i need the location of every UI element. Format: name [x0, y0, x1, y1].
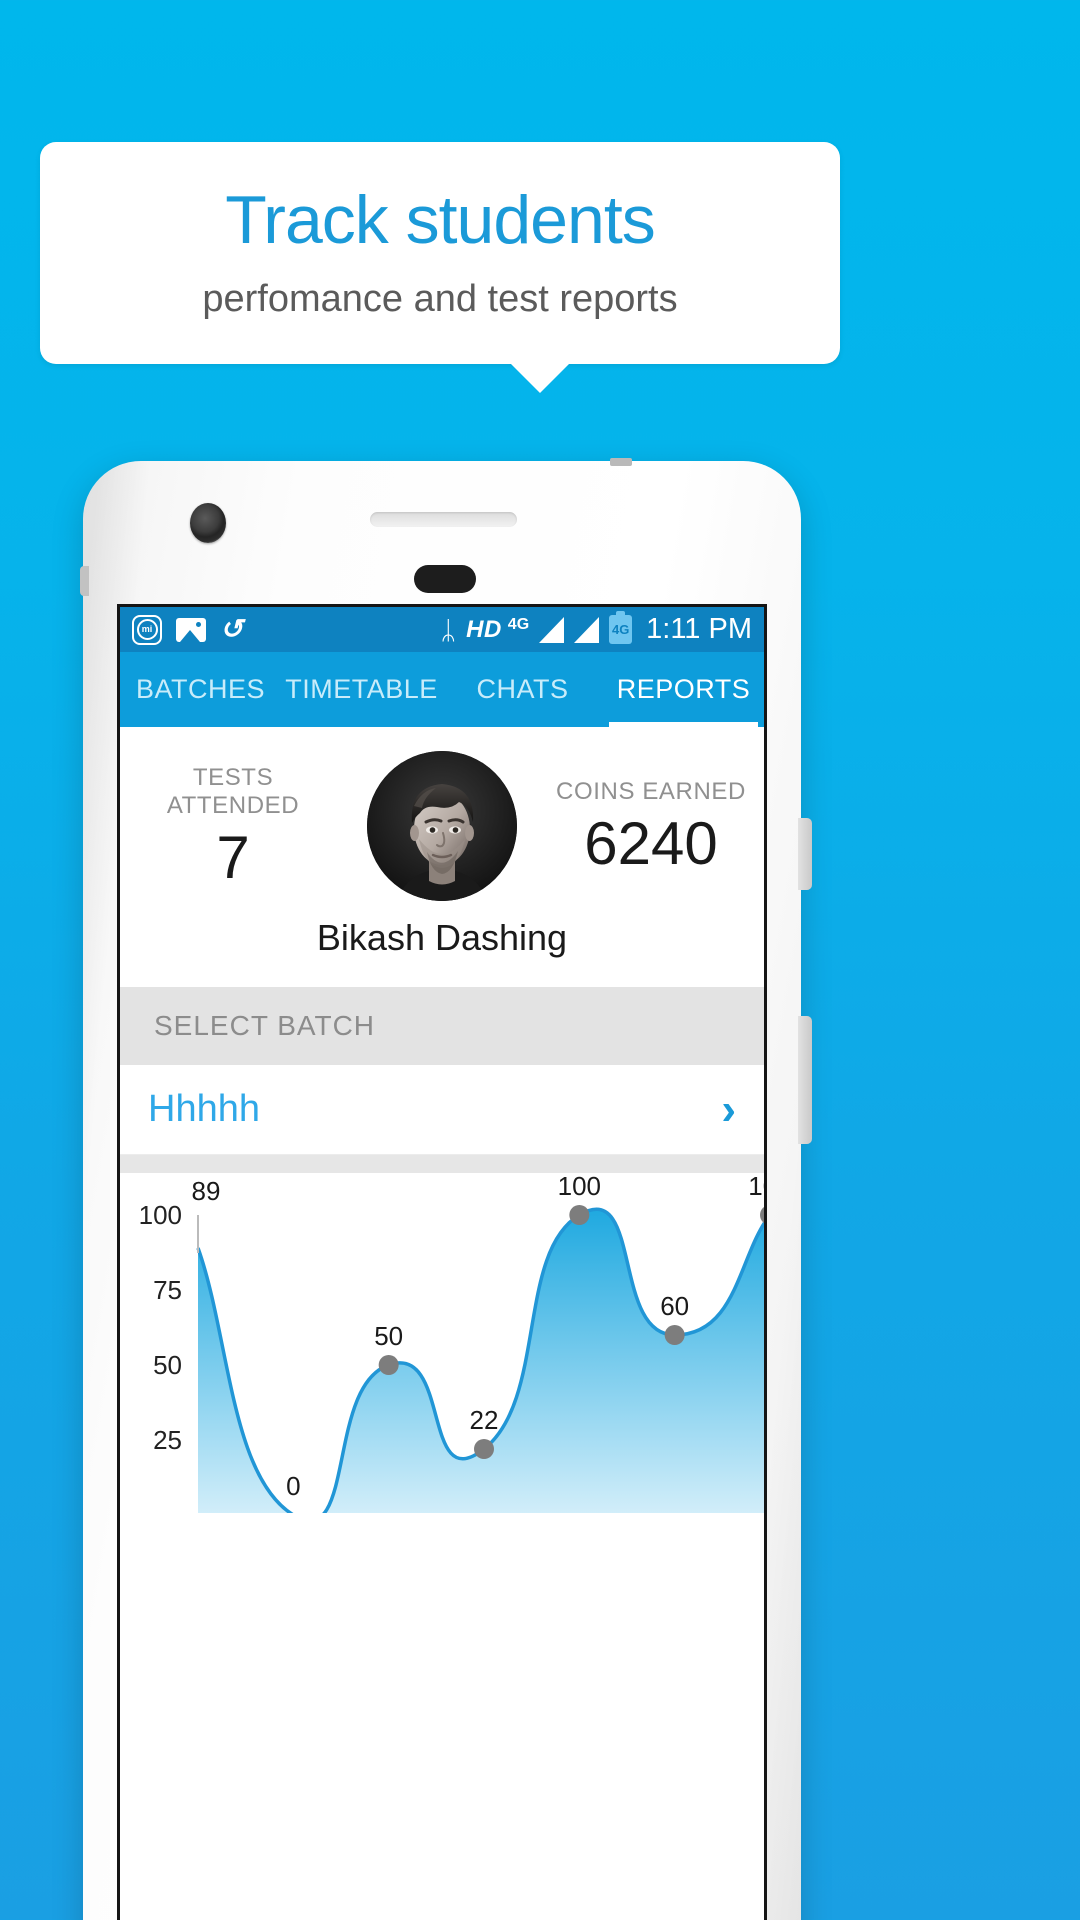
status-bar-left-icons: mi ↺: [132, 614, 243, 645]
status-bar-right-icons: ᛦ HD 4G 4G 1:11 PM: [440, 611, 752, 646]
hd-label: HD: [466, 615, 502, 643]
signal-bars-icon: [574, 616, 600, 643]
tab-chats[interactable]: CHATS: [442, 652, 603, 727]
coins-earned-label: COINS EARNED: [556, 777, 746, 805]
promo-title: Track students: [225, 181, 655, 258]
selected-batch-label: Hhhhh: [148, 1088, 260, 1130]
avatar[interactable]: [367, 751, 517, 901]
clock-label: 1:11 PM: [646, 613, 752, 645]
chart-point-label: 100: [748, 1173, 767, 1201]
tab-reports[interactable]: REPORTS: [603, 652, 764, 727]
sync-disabled-icon: ↺: [220, 614, 243, 644]
chart-point-label: 0: [286, 1471, 300, 1501]
chart-point-label: 50: [374, 1321, 403, 1351]
performance-chart-svg: 100 75 50 25 89 0 50 22 100 60 100: [139, 1173, 767, 1513]
y-axis-tick-label: 100: [139, 1200, 182, 1230]
chart-point-label: 22: [470, 1405, 499, 1435]
power-button[interactable]: [798, 818, 812, 890]
y-axis-tick-label: 25: [153, 1425, 182, 1455]
profile-summary: TESTS ATTENDED 7 COINS EARNED 6240 Bikas…: [120, 727, 764, 987]
earpiece-speaker: [370, 512, 517, 527]
network-label: 4G: [507, 616, 530, 633]
student-name: Bikash Dashing: [316, 917, 568, 958]
chart-data-point: [474, 1439, 494, 1459]
chevron-right-icon[interactable]: ›: [721, 1087, 736, 1132]
coins-earned-value: 6240: [584, 809, 718, 877]
chart-data-point: [569, 1205, 590, 1225]
tab-batches[interactable]: BATCHES: [120, 652, 281, 727]
phone-screen: mi ↺ ᛦ HD 4G 4G 1:11 PM BATCHES TIMETABL…: [117, 604, 767, 1920]
picture-icon: [176, 617, 206, 642]
tab-bar: BATCHES TIMETABLE CHATS REPORTS: [120, 652, 764, 727]
batch-selector-row[interactable]: Hhhhh ›: [120, 1065, 764, 1155]
y-axis-tick-label: 75: [153, 1275, 182, 1305]
chart-data-point: [378, 1355, 399, 1375]
select-batch-header: SELECT BATCH: [120, 987, 764, 1065]
tests-attended-value: 7: [216, 823, 250, 891]
signal-bars-icon: [539, 616, 565, 643]
y-axis-tick-label: 50: [153, 1350, 182, 1380]
performance-chart[interactable]: 100 75 50 25 89 0 50 22 100 60 100: [120, 1173, 764, 1513]
mi-cloud-icon: mi: [132, 614, 162, 645]
chart-area-fill: [198, 1209, 764, 1513]
section-divider: [120, 1155, 764, 1173]
front-camera-icon: [190, 503, 226, 543]
phone-top-antenna: [610, 458, 632, 466]
profile-stats-row: TESTS ATTENDED 7 COINS EARNED 6240: [120, 751, 764, 901]
chart-data-point: [664, 1325, 685, 1345]
promo-callout: Track students perfomance and test repor…: [40, 142, 840, 364]
home-button[interactable]: [414, 565, 476, 593]
chart-point-label: 89: [192, 1176, 221, 1206]
tab-timetable[interactable]: TIMETABLE: [281, 652, 442, 727]
avatar-image: [367, 751, 517, 901]
chart-point-label: 60: [660, 1291, 689, 1321]
battery-icon: 4G: [609, 611, 633, 644]
bluetooth-icon: ᛦ: [440, 614, 457, 645]
stat-coins-earned: COINS EARNED 6240: [556, 778, 746, 875]
sim-tray: [80, 566, 89, 596]
volume-button[interactable]: [798, 1016, 812, 1144]
chart-point-label: 100: [558, 1173, 601, 1201]
promo-subtitle: perfomance and test reports: [202, 278, 678, 321]
chart-data-point: [760, 1207, 764, 1223]
stat-tests-attended: TESTS ATTENDED 7: [138, 764, 328, 889]
tests-attended-label: TESTS ATTENDED: [166, 763, 300, 819]
status-bar: mi ↺ ᛦ HD 4G 4G 1:11 PM: [120, 607, 764, 652]
promo-callout-tail: [510, 363, 570, 393]
